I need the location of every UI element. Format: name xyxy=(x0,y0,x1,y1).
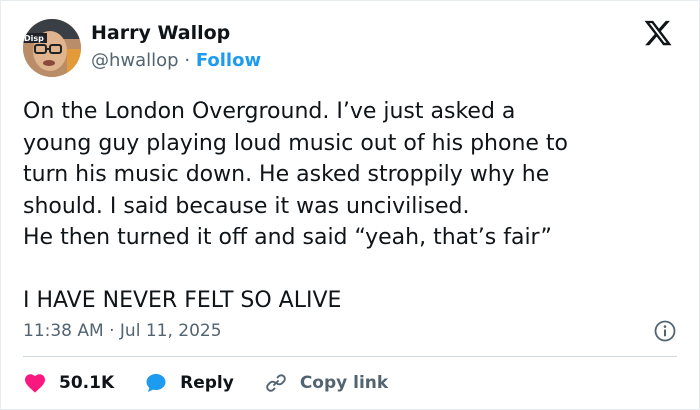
tweet-line: young guy playing loud music out of his … xyxy=(23,130,569,156)
info-icon[interactable] xyxy=(653,319,677,343)
reply-bubble-icon xyxy=(144,371,168,395)
like-button[interactable]: 50.1K xyxy=(23,371,114,395)
avatar-badge-text: Disp xyxy=(24,34,44,43)
copy-link-button[interactable]: Copy link xyxy=(264,371,388,395)
follow-button[interactable]: Follow xyxy=(196,50,261,71)
separator-dot: · xyxy=(184,50,191,71)
display-name[interactable]: Harry Wallop xyxy=(91,22,261,44)
timestamp-row: 11:38 AM · Jul 11, 2025 xyxy=(23,319,677,345)
tweet-line: turn his music down. He asked stroppily … xyxy=(23,162,550,187)
tweet-card: Disp Harry Wallop @hwallop · Follow On t… xyxy=(0,0,700,410)
copy-link-label: Copy link xyxy=(299,373,389,393)
heart-icon xyxy=(23,371,47,395)
tweet-text: On the London Overground. I’ve just aske… xyxy=(23,96,683,317)
timestamp-link[interactable]: 11:38 AM · Jul 11, 2025 xyxy=(23,321,222,341)
x-logo-icon[interactable] xyxy=(643,18,673,48)
avatar[interactable]: Disp xyxy=(23,19,81,77)
handle-line: @hwallop · Follow xyxy=(91,50,261,72)
link-icon xyxy=(264,371,288,395)
tweet-line: should. I said because it was uncivilise… xyxy=(23,193,470,219)
tweet-header: Disp Harry Wallop @hwallop · Follow xyxy=(23,16,677,77)
like-count: 50.1K xyxy=(59,373,115,393)
profile-photo-icon: Disp xyxy=(23,19,81,77)
divider xyxy=(23,356,677,357)
user-info: Harry Wallop @hwallop · Follow xyxy=(91,22,261,72)
tweet-line: On the London Overground. I’ve just aske… xyxy=(23,99,516,124)
tweet-line: He then turned it off and said “yeah, th… xyxy=(23,225,552,250)
action-bar: 50.1K Reply Copy link xyxy=(23,370,418,396)
user-handle[interactable]: @hwallop xyxy=(91,50,179,71)
reply-button[interactable]: Reply xyxy=(144,371,234,395)
reply-label: Reply xyxy=(180,373,234,393)
tweet-line: I HAVE NEVER FELT SO ALIVE xyxy=(23,288,342,313)
